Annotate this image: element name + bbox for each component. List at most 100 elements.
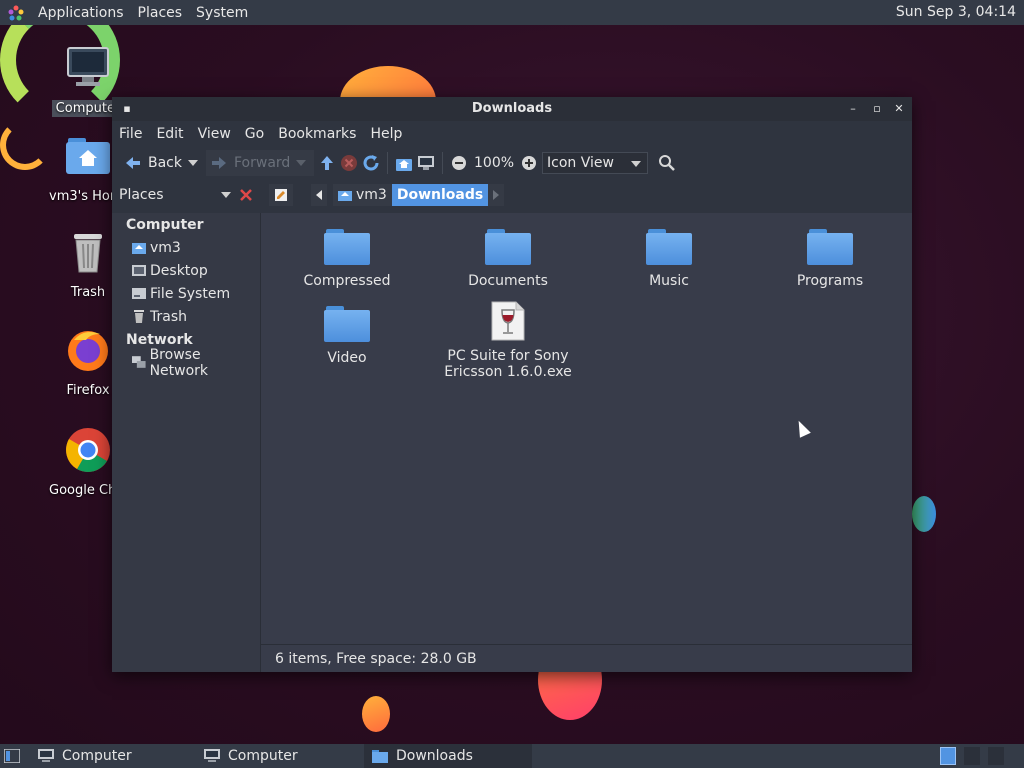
applications-logo-icon[interactable]: [8, 5, 24, 21]
chevron-down-icon: [221, 192, 231, 198]
sidebar-item-trash[interactable]: Trash: [112, 305, 260, 328]
sidebar-item-label: Desktop: [150, 262, 208, 279]
workspace-1[interactable]: [940, 747, 956, 765]
taskbar-item-computer-2[interactable]: Computer: [196, 744, 364, 768]
home-folder-icon: [132, 243, 146, 254]
menu-help[interactable]: Help: [370, 126, 402, 142]
file-view: Compressed Documents Music Programs Vide…: [261, 213, 912, 644]
search-icon[interactable]: [658, 154, 676, 172]
arrow-right-icon: [212, 157, 226, 169]
workspace-3[interactable]: [988, 747, 1004, 765]
menu-edit[interactable]: Edit: [156, 126, 183, 142]
file-item-programs[interactable]: Programs: [765, 229, 895, 289]
chrome-icon: [66, 428, 110, 472]
places-label: Places: [119, 187, 164, 203]
sidebar-item-desktop[interactable]: Desktop: [112, 259, 260, 282]
breadcrumb-vm3[interactable]: vm3: [333, 184, 392, 206]
home-icon: [338, 191, 352, 201]
folder-icon: [807, 229, 853, 265]
workspace-2[interactable]: [964, 747, 980, 765]
sidebar-pane-select[interactable]: Places: [119, 187, 231, 203]
sidebar-item-browse-network[interactable]: Browse Network: [112, 347, 260, 379]
desktop-icon-label: Trash: [70, 285, 106, 300]
computer-icon[interactable]: [417, 154, 435, 172]
firefox-icon: [68, 331, 108, 371]
file-item-music[interactable]: Music: [604, 229, 734, 289]
sidebar-item-file-system[interactable]: File System: [112, 282, 260, 305]
file-item-pc-suite-exe[interactable]: PC Suite for Sony Ericsson 1.6.0.exe: [443, 300, 573, 380]
menu-file[interactable]: File: [119, 126, 142, 142]
file-item-compressed[interactable]: Compressed: [282, 229, 412, 289]
file-manager-window: ▪ Downloads – ▫ ✕ File Edit View Go Book…: [112, 97, 912, 672]
taskbar-item-downloads[interactable]: Downloads: [364, 744, 532, 768]
clock[interactable]: Sun Sep 3, 04:14: [896, 4, 1016, 20]
breadcrumb-scroll-right[interactable]: [488, 184, 505, 206]
trash-icon: [74, 234, 102, 273]
close-sidebar-icon[interactable]: [237, 186, 255, 204]
trash-icon: [134, 310, 144, 323]
computer-icon: [38, 749, 54, 762]
computer-icon: [67, 47, 109, 86]
menu-system[interactable]: System: [196, 5, 248, 21]
menu-bookmarks[interactable]: Bookmarks: [278, 126, 356, 142]
folder-icon: [485, 229, 531, 265]
folder-icon: [646, 229, 692, 265]
breadcrumb-label: vm3: [356, 187, 387, 203]
folder-icon: [324, 306, 370, 342]
wallpaper-small-blob: [362, 696, 390, 732]
toggle-location-entry-button[interactable]: [269, 184, 293, 206]
taskbar-label: Computer: [228, 748, 298, 764]
toolbar-separator: [442, 152, 443, 174]
file-name: PC Suite for Sony Ericsson 1.6.0.exe: [444, 348, 572, 380]
view-mode-value: Icon View: [547, 155, 614, 171]
sidebar-item-label: Trash: [150, 308, 187, 325]
window-titlebar[interactable]: ▪ Downloads – ▫ ✕: [112, 97, 912, 121]
bottom-panel: Computer Computer Downloads: [0, 744, 1024, 768]
window-title: Downloads: [471, 101, 553, 116]
maximize-icon[interactable]: ▫: [870, 102, 884, 116]
network-icon: [132, 356, 146, 368]
forward-button[interactable]: Forward: [206, 150, 314, 176]
reload-icon[interactable]: [362, 154, 380, 172]
back-label: Back: [148, 155, 182, 171]
show-desktop-button[interactable]: [0, 744, 30, 768]
file-item-video[interactable]: Video: [282, 306, 412, 366]
menu-applications[interactable]: Applications: [38, 5, 124, 21]
drive-icon: [132, 288, 146, 299]
chevron-down-icon: [631, 161, 642, 167]
close-icon[interactable]: ✕: [892, 102, 906, 116]
sidebar-item-label: File System: [150, 285, 231, 302]
location-bar: Places vm3 Downloads: [112, 179, 912, 211]
breadcrumb-label: Downloads: [396, 187, 484, 203]
menu-go[interactable]: Go: [245, 126, 264, 142]
sidebar-item-label: vm3: [150, 239, 181, 256]
back-dropdown-icon[interactable]: [188, 160, 198, 166]
menu-places[interactable]: Places: [138, 5, 183, 21]
sidebar-item-vm3[interactable]: vm3: [112, 236, 260, 259]
status-bar: 6 items, Free space: 28.0 GB: [261, 644, 912, 672]
file-item-documents[interactable]: Documents: [443, 229, 573, 289]
file-name: Music: [649, 273, 689, 289]
forward-dropdown-icon[interactable]: [296, 160, 307, 166]
stop-icon[interactable]: [340, 154, 358, 172]
forward-label: Forward: [234, 155, 291, 171]
view-mode-select[interactable]: Icon View: [542, 152, 649, 174]
zoom-level: 100%: [474, 155, 515, 171]
file-name: Documents: [468, 273, 548, 289]
breadcrumb-scroll-left[interactable]: [311, 184, 327, 206]
home-icon[interactable]: [395, 154, 413, 172]
edit-icon: [275, 189, 287, 201]
arrow-up-icon[interactable]: [318, 154, 336, 172]
chevron-right-icon: [493, 190, 500, 200]
menu-view[interactable]: View: [198, 126, 231, 142]
minimize-icon[interactable]: –: [846, 102, 860, 116]
breadcrumb-downloads[interactable]: Downloads: [391, 184, 489, 206]
wallpaper-orange-ring: [0, 120, 50, 170]
back-button[interactable]: Back: [120, 150, 202, 176]
desktop-icon-label: Firefox: [66, 383, 110, 398]
taskbar-item-computer[interactable]: Computer: [30, 744, 196, 768]
zoom-out-icon[interactable]: [450, 154, 468, 172]
taskbar-label: Downloads: [396, 748, 473, 764]
computer-icon: [204, 749, 220, 762]
zoom-in-icon[interactable]: [520, 154, 538, 172]
